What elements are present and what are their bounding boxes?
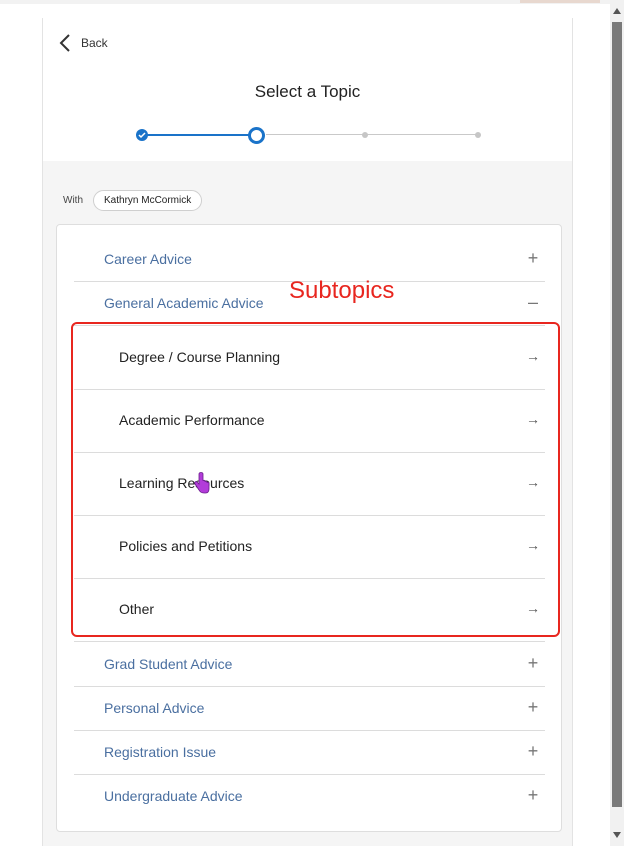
progress-stepper xyxy=(136,125,486,145)
topic-career-advice[interactable]: Career Advice + xyxy=(74,238,545,282)
advisor-row: With Kathryn McCormick xyxy=(63,190,203,211)
with-label: With xyxy=(63,195,83,206)
step-1-complete xyxy=(136,129,148,141)
scroll-down-arrow-icon[interactable] xyxy=(613,832,621,838)
check-icon xyxy=(138,126,146,144)
subtopics-annotation-box xyxy=(71,322,560,637)
topic-grad-student-advice[interactable]: Grad Student Advice + xyxy=(74,643,545,687)
expand-plus-icon: + xyxy=(527,785,539,805)
step-4 xyxy=(475,132,481,138)
panel-header: Back Select a Topic xyxy=(43,18,572,161)
topic-label: General Academic Advice xyxy=(104,295,264,311)
topic-registration-issue[interactable]: Registration Issue + xyxy=(74,731,545,775)
top-accent xyxy=(520,0,600,3)
topic-label: Undergraduate Advice xyxy=(104,788,243,804)
topic-label: Grad Student Advice xyxy=(104,656,233,672)
step-2-current xyxy=(248,127,265,144)
stepper-line-complete xyxy=(146,134,256,136)
hand-pointer-icon xyxy=(193,472,211,494)
screen: Back Select a Topic With Kathryn McCormi… xyxy=(0,0,624,846)
topic-label: Career Advice xyxy=(104,251,192,267)
back-label: Back xyxy=(81,36,108,50)
expand-plus-icon: + xyxy=(527,653,539,673)
scroll-up-arrow-icon[interactable] xyxy=(613,8,621,14)
step-3 xyxy=(362,132,368,138)
expand-plus-icon: + xyxy=(527,697,539,717)
advisor-chip: Kathryn McCormick xyxy=(93,190,203,211)
stepper-line-remaining xyxy=(266,134,478,135)
scrollbar-thumb[interactable] xyxy=(612,22,622,807)
topic-label: Registration Issue xyxy=(104,744,217,760)
topic-label: Personal Advice xyxy=(104,700,205,716)
expand-plus-icon: + xyxy=(527,248,539,268)
vertical-scrollbar[interactable] xyxy=(610,0,624,846)
topic-undergraduate-advice[interactable]: Undergraduate Advice + xyxy=(74,775,545,818)
page-title: Select a Topic xyxy=(254,82,361,101)
back-button[interactable]: Back xyxy=(59,32,108,54)
chevron-left-icon xyxy=(59,33,71,53)
collapse-minus-icon: – xyxy=(527,292,538,312)
top-strip xyxy=(0,0,610,4)
topic-personal-advice[interactable]: Personal Advice + xyxy=(74,687,545,731)
subtopics-annotation-label: Subtopics xyxy=(289,277,395,304)
expand-plus-icon: + xyxy=(527,741,539,761)
